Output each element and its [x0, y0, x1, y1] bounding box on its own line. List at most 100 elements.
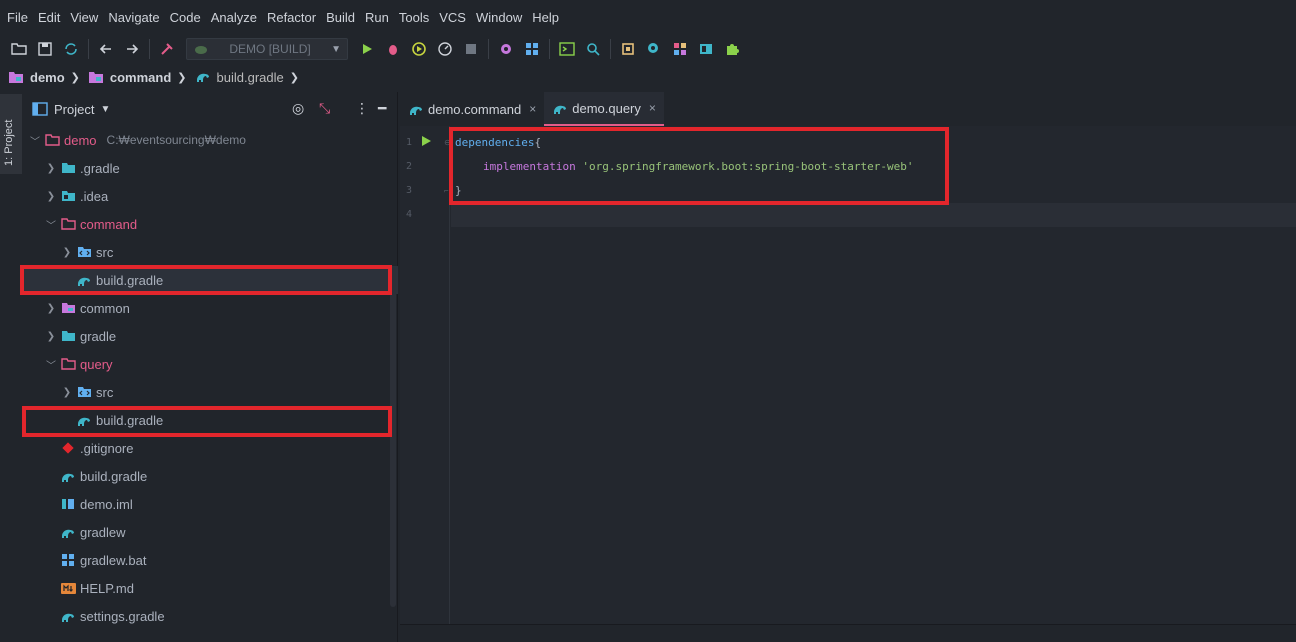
- sync-icon[interactable]: [58, 36, 84, 62]
- tree-row-gradle-wrapper-dir[interactable]: ❯ gradle: [22, 322, 398, 350]
- tree-label: build.gradle: [80, 468, 148, 484]
- project-path: C:₩eventsourcing₩demo: [106, 133, 246, 147]
- puzzle-plugin-icon[interactable]: [719, 36, 745, 62]
- chevron-down-icon[interactable]: ▼: [100, 104, 110, 115]
- tree-row-command-src[interactable]: ❯ src: [22, 238, 398, 266]
- toolbar-divider: [610, 39, 611, 59]
- run-icon[interactable]: [354, 36, 380, 62]
- menu-refactor[interactable]: Refactor: [267, 10, 316, 25]
- menu-tools[interactable]: Tools: [399, 10, 429, 25]
- tree-row-help-md[interactable]: HELP.md: [22, 574, 398, 602]
- gradle-icon: [410, 106, 422, 115]
- menu-view[interactable]: View: [70, 10, 98, 25]
- settings-gear-icon[interactable]: [493, 36, 519, 62]
- close-icon[interactable]: ×: [649, 101, 656, 115]
- tree-row-demo-root[interactable]: ﹀ demo C:₩eventsourcing₩demo: [22, 126, 398, 154]
- line-number: 3: [406, 185, 413, 196]
- more-options-icon[interactable]: ⋮: [355, 100, 369, 117]
- stop-icon[interactable]: [458, 36, 484, 62]
- tree-row-common-module[interactable]: ❯ common: [22, 294, 398, 322]
- run-configuration-select[interactable]: DEMO [BUILD] ▼: [186, 38, 348, 60]
- tree-label: demo.iml: [80, 496, 133, 512]
- tab-demo-command[interactable]: demo.command ×: [400, 92, 544, 126]
- run-with-coverage-icon[interactable]: [406, 36, 432, 62]
- tree-row-gradle-dir[interactable]: ❯ .gradle: [22, 154, 398, 182]
- terminal-icon[interactable]: [554, 36, 580, 62]
- database-icon[interactable]: [693, 36, 719, 62]
- tree-label: gradlew: [80, 524, 126, 540]
- build-hammer-icon[interactable]: [154, 36, 180, 62]
- back-arrow-icon[interactable]: [93, 36, 119, 62]
- menu-run[interactable]: Run: [365, 10, 389, 25]
- run-gutter-icon[interactable]: [420, 135, 432, 147]
- menu-bar: File Edit View Navigate Code Analyze Ref…: [0, 0, 1296, 34]
- tab-demo-query[interactable]: demo.query ×: [544, 92, 664, 126]
- run-configuration-label: DEMO [BUILD]: [229, 42, 311, 56]
- menu-code[interactable]: Code: [170, 10, 201, 25]
- iml-module-icon: [60, 496, 76, 512]
- project-tool-tab[interactable]: 1: Project: [0, 94, 22, 174]
- line-number: 4: [406, 209, 413, 220]
- tree-row-command-module[interactable]: ﹀ command: [22, 210, 398, 238]
- save-icon[interactable]: [32, 36, 58, 62]
- menu-analyze[interactable]: Analyze: [211, 10, 257, 25]
- chevron-right-icon: ❯: [70, 71, 80, 84]
- tree-row-gradlew-bat[interactable]: gradlew.bat: [22, 546, 398, 574]
- tree-label: src: [96, 244, 114, 260]
- gradle-icon: [60, 524, 76, 540]
- highlight-query-build-gradle: [22, 406, 392, 437]
- current-line-highlight: [451, 203, 1296, 227]
- open-folder-icon[interactable]: [6, 36, 32, 62]
- menu-file[interactable]: File: [7, 10, 28, 25]
- breadcrumb-item-demo[interactable]: demo: [8, 70, 65, 85]
- minimize-icon[interactable]: ━: [378, 100, 386, 117]
- project-structure-icon[interactable]: [519, 36, 545, 62]
- layout-icon[interactable]: [667, 36, 693, 62]
- close-icon[interactable]: ×: [529, 102, 536, 116]
- menu-help[interactable]: Help: [532, 10, 559, 25]
- menu-build[interactable]: Build: [326, 10, 355, 25]
- breadcrumb-item-build-gradle[interactable]: build.gradle: [195, 70, 284, 85]
- forward-arrow-icon[interactable]: [119, 36, 145, 62]
- collapsed-chevron-icon: ❯: [46, 330, 56, 342]
- gradle-folder-icon: [60, 328, 76, 344]
- tree-row-gitignore[interactable]: .gitignore: [22, 434, 398, 462]
- tree-row-settings-gradle[interactable]: settings.gradle: [22, 602, 398, 630]
- inspect-icon[interactable]: [641, 36, 667, 62]
- profiler-icon[interactable]: [432, 36, 458, 62]
- menu-vcs[interactable]: VCS: [439, 10, 466, 25]
- source-folder-icon: [76, 384, 92, 400]
- collapsed-chevron-icon: ❯: [62, 246, 72, 258]
- tree-row-idea-dir[interactable]: ❯ .idea: [22, 182, 398, 210]
- menu-navigate[interactable]: Navigate: [108, 10, 159, 25]
- tree-label: command: [80, 216, 138, 232]
- tree-row-query-src[interactable]: ❯ src: [22, 378, 398, 406]
- project-panel-title[interactable]: Project: [54, 102, 94, 117]
- folder-icon: [60, 356, 76, 372]
- tree-label: demo: [64, 132, 97, 148]
- tree-row-gradlew[interactable]: gradlew: [22, 518, 398, 546]
- module-folder-icon: [88, 72, 103, 83]
- menu-edit[interactable]: Edit: [38, 10, 60, 25]
- tree-row-root-build-gradle[interactable]: build.gradle: [22, 462, 398, 490]
- fold-marker-icon[interactable]: ⌐: [444, 186, 449, 195]
- search-icon[interactable]: [580, 36, 606, 62]
- plugin-chip-icon[interactable]: [615, 36, 641, 62]
- source-folder-icon: [76, 244, 92, 260]
- breadcrumb-item-command[interactable]: command: [88, 70, 171, 85]
- project-scrollbar[interactable]: [390, 267, 396, 607]
- debug-icon[interactable]: [380, 36, 406, 62]
- menu-window[interactable]: Window: [476, 10, 522, 25]
- tab-label: demo.query: [572, 100, 641, 116]
- tree-label: HELP.md: [80, 580, 134, 596]
- project-panel: Project ▼ ◎ ⤡ ⋮ ━ ﹀ demo C:₩eventsourcin…: [22, 92, 398, 642]
- tab-label: demo.command: [428, 101, 522, 117]
- folder-icon: [44, 132, 60, 148]
- locate-target-icon[interactable]: ◎: [292, 100, 304, 117]
- collapse-all-icon[interactable]: ⤡: [319, 100, 330, 117]
- gradle-icon: [554, 105, 567, 114]
- tree-row-demo-iml[interactable]: demo.iml: [22, 490, 398, 518]
- tree-row-query-module[interactable]: ﹀ query: [22, 350, 398, 378]
- breadcrumb-label: build.gradle: [216, 69, 284, 85]
- tree-label: gradlew.bat: [80, 552, 147, 568]
